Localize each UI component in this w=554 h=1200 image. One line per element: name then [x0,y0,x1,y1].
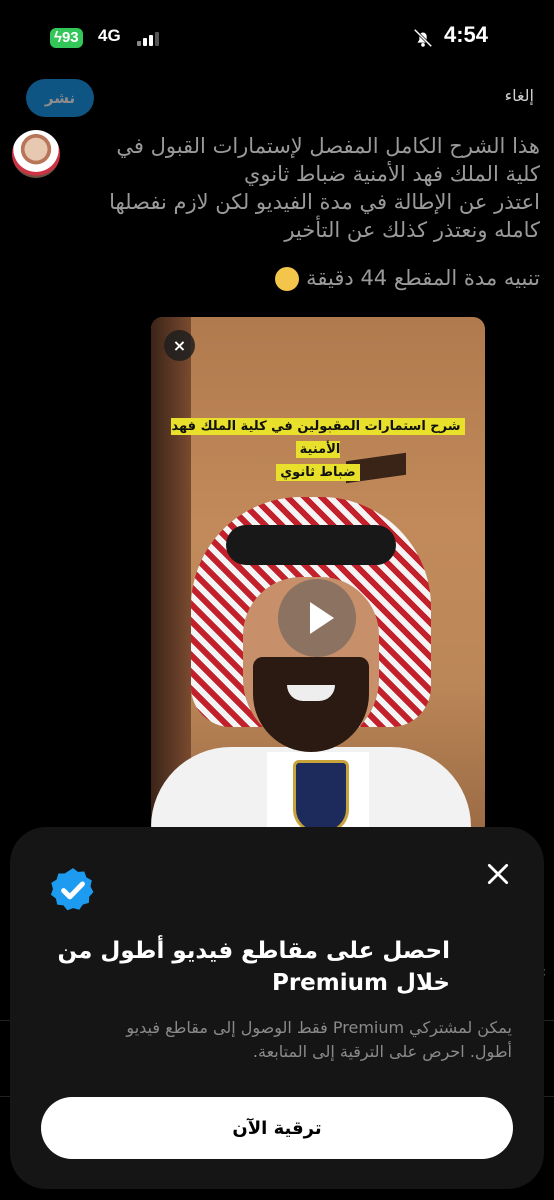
sheet-title-line: خلال Premium [271,970,450,996]
sheet-title-line: احصل على مقاطع فيديو أطول من [57,938,450,964]
tweet-text[interactable]: هذا الشرح الكامل المفصل لإستمارات القبول… [60,132,540,292]
video-background [151,317,191,837]
tweet-line: كلية الملك فهد الأمنية ضباط ثانوي [243,162,540,186]
play-icon[interactable] [278,579,356,657]
sweat-smile-emoji-icon [275,267,300,291]
battery-indicator: ϟ93 [50,28,83,48]
sheet-desc-line: يمكن لمشتركي Premium فقط الوصول إلى مقاط… [126,1018,512,1037]
avatar[interactable] [12,130,60,178]
tweet-note-line: تنبيه مدة المقطع 44 دقيقة [60,264,540,292]
video-caption: شرح استمارات المقبولين في كلية الملك فهد… [165,415,471,484]
sheet-description: يمكن لمشتركي Premium فقط الوصول إلى مقاط… [42,1016,512,1064]
verified-badge-icon [50,868,94,911]
premium-bottom-sheet: احصل على مقاطع فيديو أطول من خلال Premiu… [10,827,544,1189]
signal-bars-icon [137,32,161,46]
tweet-line: هذا الشرح الكامل المفصل لإستمارات القبول… [116,134,540,158]
network-type: 4G [98,26,121,45]
clock: 4:54 [443,22,488,47]
status-bar: ϟ93 4G 4:54 [0,22,554,56]
video-caption-line: شرح استمارات المقبولين في كلية الملك فهد… [171,418,465,458]
close-icon[interactable] [485,861,511,887]
bell-muted-icon [413,28,433,48]
cancel-button[interactable]: إلغاء [505,86,534,105]
college-emblem [267,752,369,837]
remove-video-button[interactable]: × [164,330,195,361]
video-attachment[interactable]: شرح استمارات المقبولين في كلية الملك فهد… [151,317,485,837]
sheet-desc-line: أطول. احرص على الترقية إلى المتابعة. [252,1042,512,1061]
tweet-line: اعتذر عن الإطالة في مدة الفيديو لكن لازم… [109,190,540,214]
post-button[interactable]: نشر [26,79,94,117]
video-caption-line: ضباط ثانوي [276,464,360,481]
upgrade-now-button[interactable]: ترقية الآن [41,1097,513,1159]
battery-level: 93 [61,29,79,46]
sheet-title: احصل على مقاطع فيديو أطول من خلال Premiu… [50,935,450,999]
duration-note: تنبيه مدة المقطع 44 دقيقة [306,266,540,290]
tweet-line: كامله ونعتذر كذلك عن التأخير [284,218,540,242]
bolt-icon: ϟ [54,29,62,46]
